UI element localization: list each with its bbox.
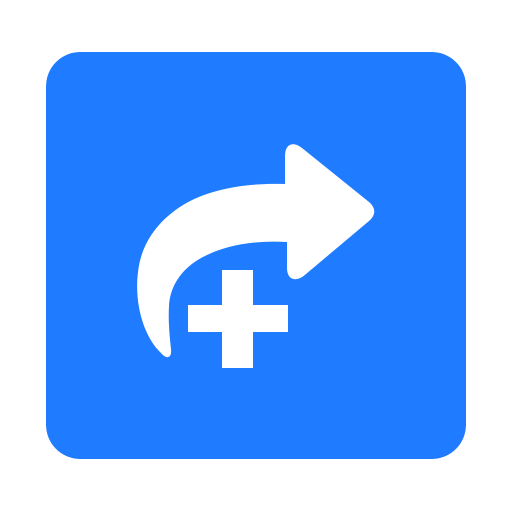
icon-canvas — [0, 0, 512, 512]
share-add-icon[interactable] — [46, 52, 466, 459]
icon-background — [46, 52, 466, 459]
share-add-svg — [46, 52, 466, 459]
